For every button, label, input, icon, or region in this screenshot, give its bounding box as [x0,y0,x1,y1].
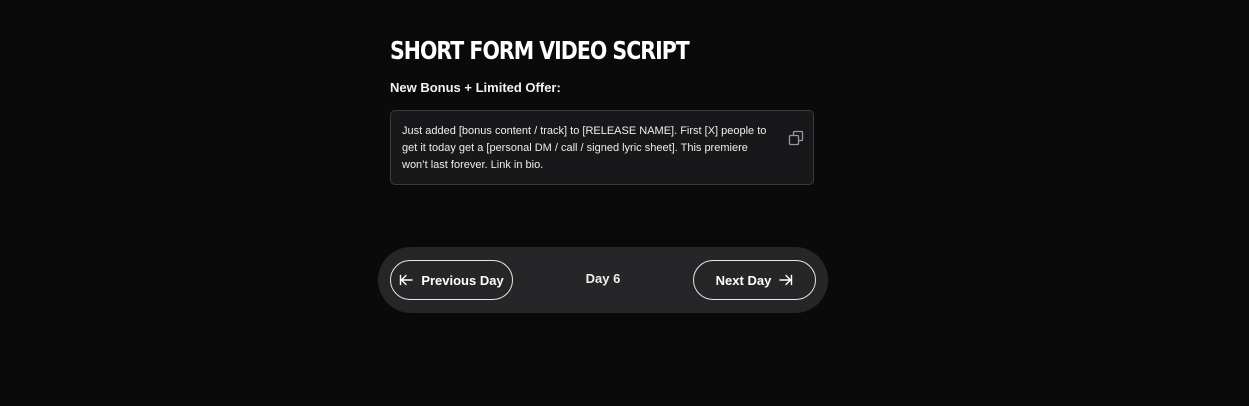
script-section: SHORT FORM VIDEO SCRIPT New Bonus + Limi… [390,34,816,185]
next-day-label: Next Day [715,272,772,288]
next-day-button[interactable]: Next Day [693,260,816,300]
script-text: Just added [bonus content / track] to [R… [402,125,767,171]
copy-icon [788,130,804,146]
arrow-right-icon [779,274,793,286]
section-label: New Bonus + Limited Offer: [390,80,561,95]
page-title: SHORT FORM VIDEO SCRIPT [390,36,690,65]
script-card: Just added [bonus content / track] to [R… [390,110,814,185]
copy-button[interactable] [787,129,805,147]
day-navigation: Previous Day Day 6 Next Day [378,247,828,313]
